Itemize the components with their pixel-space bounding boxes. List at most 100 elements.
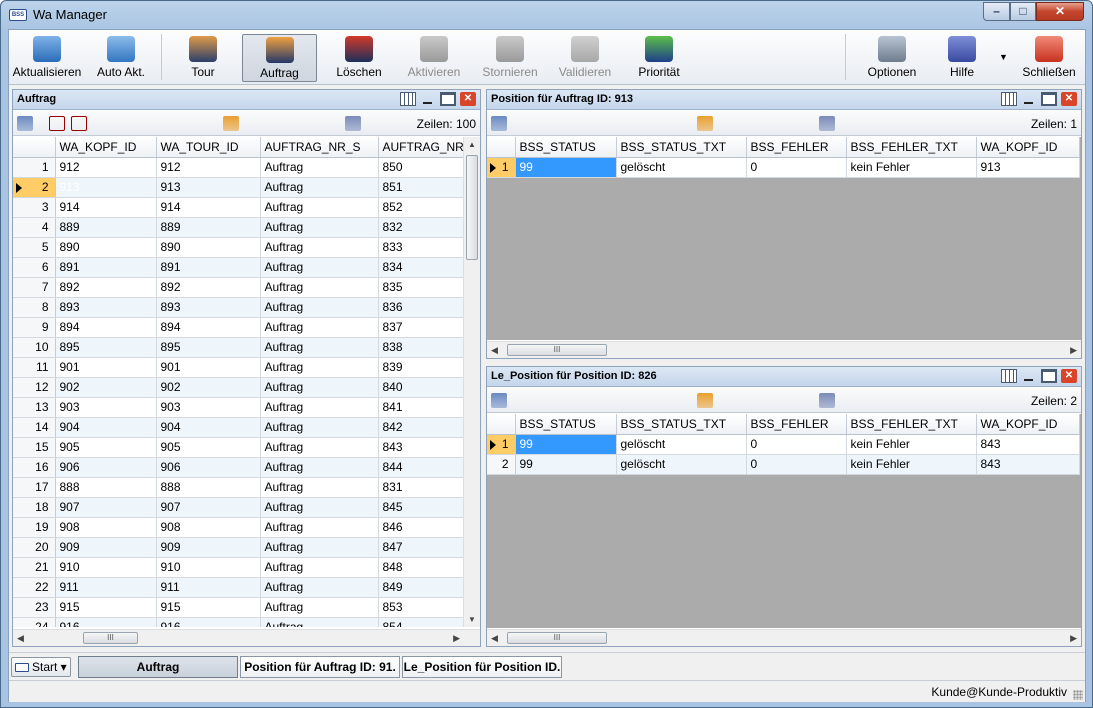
table-cell[interactable]: 842: [378, 417, 463, 438]
table-cell[interactable]: 916: [156, 617, 261, 627]
table-row[interactable]: 2 99 gelöscht 0 kein Fehler 843: [487, 454, 1080, 475]
column-header[interactable]: BSS_FEHLER: [746, 414, 847, 435]
table-cell[interactable]: kein Fehler: [846, 434, 977, 455]
table-cell[interactable]: 832: [378, 217, 463, 238]
table-cell[interactable]: 833: [378, 237, 463, 258]
table-cell[interactable]: 0: [746, 157, 847, 178]
table-cell[interactable]: 894: [55, 317, 157, 338]
filter-clear-icon[interactable]: [569, 116, 585, 131]
table-row[interactable]: 5 890 890 Auftrag 833: [13, 237, 463, 258]
horizontal-scroll-thumb[interactable]: III: [507, 344, 607, 356]
minimize-window-button[interactable]: –: [983, 2, 1010, 21]
column-header[interactable]: WA_TOUR_ID: [156, 137, 261, 158]
table-cell[interactable]: Auftrag: [260, 377, 379, 398]
table-row[interactable]: 7 892 892 Auftrag 835: [13, 277, 463, 298]
row-number[interactable]: 2: [13, 177, 56, 198]
print-icon[interactable]: [345, 116, 361, 131]
column-color-icon[interactable]: [223, 116, 239, 131]
table-cell[interactable]: 914: [156, 197, 261, 218]
row-number[interactable]: 9: [13, 317, 56, 338]
table-row[interactable]: 19 908 908 Auftrag 846: [13, 517, 463, 538]
table-cell[interactable]: 99: [515, 157, 617, 178]
table-cell[interactable]: Auftrag: [260, 477, 379, 498]
column-color-icon[interactable]: [697, 393, 713, 408]
table-cell[interactable]: 0: [746, 434, 847, 455]
scroll-left-icon[interactable]: ◀: [491, 633, 498, 644]
table-cell[interactable]: 0: [746, 454, 847, 475]
table-cell[interactable]: 891: [156, 257, 261, 278]
toolbar-button-aktivieren[interactable]: Aktivieren: [399, 34, 469, 82]
table-cell[interactable]: Auftrag: [260, 277, 379, 298]
column-header[interactable]: AUFTRAG_NR_: [378, 137, 463, 158]
toolbar-button-optionen[interactable]: Optionen: [854, 34, 930, 82]
table-cell[interactable]: 892: [55, 277, 157, 298]
row-number[interactable]: 6: [13, 257, 56, 278]
funnel-add-icon[interactable]: [125, 116, 141, 131]
table-cell[interactable]: 913: [55, 177, 157, 198]
table-cell[interactable]: Auftrag: [260, 217, 379, 238]
table-cell[interactable]: Auftrag: [260, 317, 379, 338]
table-cell[interactable]: Auftrag: [260, 177, 379, 198]
filter-clear-icon[interactable]: [95, 116, 111, 131]
table-cell[interactable]: 895: [156, 337, 261, 358]
scroll-left-icon[interactable]: ◀: [17, 633, 24, 644]
table-cell[interactable]: 914: [55, 197, 157, 218]
table-cell[interactable]: 888: [156, 477, 261, 498]
row-number[interactable]: 4: [13, 217, 56, 238]
row-number[interactable]: 3: [13, 197, 56, 218]
horizontal-scrollbar[interactable]: ◀ III ▶: [487, 629, 1081, 646]
table-cell[interactable]: 99: [515, 434, 617, 455]
columns-icon[interactable]: [491, 393, 507, 408]
sort-az-icon[interactable]: [743, 116, 759, 131]
funnel-icon[interactable]: [621, 393, 637, 408]
filter-clear-icon[interactable]: [569, 393, 585, 408]
scroll-up-icon[interactable]: ▲: [468, 140, 476, 149]
columns-icon[interactable]: [17, 116, 33, 131]
table-cell[interactable]: 890: [55, 237, 157, 258]
column-header[interactable]: WA_KOPF_ID: [55, 137, 157, 158]
tab-le-position[interactable]: Le_Position für Position ID.: [402, 656, 562, 678]
table-cell[interactable]: 848: [378, 557, 463, 578]
table-cell[interactable]: 909: [55, 537, 157, 558]
table-cell[interactable]: Auftrag: [260, 337, 379, 358]
scroll-right-icon[interactable]: ▶: [453, 633, 460, 644]
table-cell[interactable]: 845: [378, 497, 463, 518]
export-icon[interactable]: [797, 116, 813, 131]
row-number[interactable]: 18: [13, 497, 56, 518]
table-row[interactable]: 8 893 893 Auftrag 836: [13, 297, 463, 318]
tools-icon[interactable]: [849, 116, 865, 131]
table-cell[interactable]: 908: [55, 517, 157, 538]
table-cell[interactable]: 913: [156, 177, 261, 198]
row-number[interactable]: 17: [13, 477, 56, 498]
maximize-icon[interactable]: [1041, 92, 1057, 106]
column-header[interactable]: BSS_STATUS_TXT: [616, 414, 747, 435]
column-header[interactable]: BSS_FEHLER_TXT: [846, 137, 977, 158]
column-header[interactable]: AUFTRAG_NR_S: [260, 137, 379, 158]
toolbar-button-stornieren[interactable]: Stornieren: [474, 34, 546, 82]
row-number[interactable]: 1: [13, 157, 56, 178]
row-number[interactable]: 10: [13, 337, 56, 358]
filter-apply-icon[interactable]: [545, 116, 561, 131]
table-cell[interactable]: 903: [156, 397, 261, 418]
table-cell[interactable]: gelöscht: [616, 434, 747, 455]
table-cell[interactable]: 901: [156, 357, 261, 378]
toolbar-button-schließen[interactable]: Schließen: [1014, 34, 1084, 82]
table-row[interactable]: 21 910 910 Auftrag 848: [13, 557, 463, 578]
title-bar[interactable]: BSS Wa Manager – □ ✕: [1, 1, 1092, 29]
funnel-icon[interactable]: [621, 116, 637, 131]
row-number[interactable]: 19: [13, 517, 56, 538]
column-header[interactable]: BSS_FEHLER_TXT: [846, 414, 977, 435]
toolbar-button-auftrag[interactable]: Auftrag: [242, 34, 317, 82]
columns-icon[interactable]: [491, 116, 507, 131]
table-row[interactable]: 17 888 888 Auftrag 831: [13, 477, 463, 498]
filter-down-icon[interactable]: [523, 116, 539, 131]
funnel-add-icon[interactable]: [599, 393, 615, 408]
table-cell[interactable]: 850: [378, 157, 463, 178]
row-number[interactable]: 23: [13, 597, 56, 618]
table-cell[interactable]: 909: [156, 537, 261, 558]
column-chart-icon[interactable]: [719, 393, 735, 408]
column-header[interactable]: BSS_STATUS: [515, 137, 617, 158]
grid-lines-icon[interactable]: [293, 116, 309, 131]
column-header[interactable]: WA_KOPF_ID: [976, 414, 1080, 435]
table-row[interactable]: 3 914 914 Auftrag 852: [13, 197, 463, 218]
